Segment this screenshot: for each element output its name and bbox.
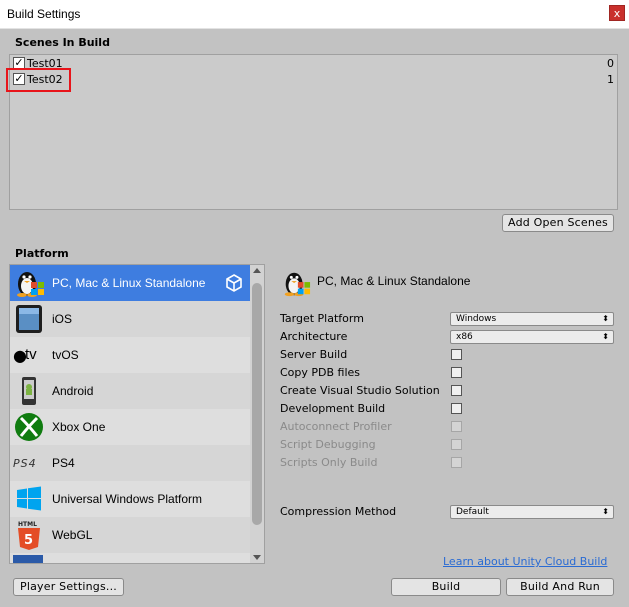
- platform-name: tvOS: [52, 348, 79, 362]
- platform-item-webgl[interactable]: HTML 5 WebGL: [10, 517, 250, 553]
- architecture-label: Architecture: [280, 330, 348, 343]
- script-debugging-label: Script Debugging: [280, 438, 376, 451]
- settings-title: PC, Mac & Linux Standalone: [317, 274, 471, 288]
- platform-name: WebGL: [52, 528, 93, 542]
- close-button[interactable]: x: [609, 5, 625, 21]
- add-open-scenes-button[interactable]: Add Open Scenes: [502, 214, 614, 232]
- player-settings-button[interactable]: Player Settings...: [13, 578, 124, 596]
- scene-index: 0: [607, 57, 614, 70]
- scene-row-test02[interactable]: ✓ Test02 1: [10, 72, 617, 88]
- platform-name: Universal Windows Platform: [52, 492, 203, 506]
- ipad-icon: [16, 305, 42, 333]
- platform-heading: Platform: [15, 247, 69, 260]
- scroll-up-arrow-icon[interactable]: [253, 268, 261, 273]
- platform-name: iOS: [52, 312, 73, 326]
- server-build-label: Server Build: [280, 348, 348, 361]
- dropdown-caret-icon: ⬍: [602, 507, 609, 516]
- server-build-checkbox[interactable]: [451, 349, 462, 360]
- target-platform-value: Windows: [456, 314, 497, 324]
- svg-text:HTML: HTML: [18, 521, 37, 528]
- scripts-only-label: Scripts Only Build: [280, 456, 378, 469]
- highlight-box: [6, 68, 71, 92]
- compression-value: Default: [456, 507, 489, 517]
- platform-scrollbar[interactable]: [250, 265, 264, 563]
- autoconnect-profiler-checkbox: [451, 421, 462, 432]
- cloud-build-link[interactable]: Learn about Unity Cloud Build: [443, 555, 607, 568]
- scripts-only-checkbox: [451, 457, 462, 468]
- windows-logo-icon: [17, 486, 41, 511]
- scenes-list[interactable]: ✓ Test01 0 ✓ Test02 1: [9, 54, 618, 210]
- platform-item-xbox[interactable]: Xbox One: [10, 409, 250, 445]
- android-phone-icon: [22, 377, 36, 405]
- build-and-run-button[interactable]: Build And Run: [506, 578, 614, 596]
- platform-name: Android: [52, 384, 94, 398]
- title-bar: Build Settings x: [0, 0, 629, 29]
- platform-item-partial: [10, 553, 250, 563]
- xbox-icon: [15, 413, 43, 441]
- platform-item-android[interactable]: Android: [10, 373, 250, 409]
- platform-item-uwp[interactable]: Universal Windows Platform: [10, 481, 250, 517]
- apple-tv-icon: ● tv: [13, 346, 37, 365]
- dropdown-caret-icon: ⬍: [602, 332, 609, 341]
- window-title: Build Settings: [7, 7, 81, 21]
- platform-item-ps4[interactable]: PS4 PS4: [10, 445, 250, 481]
- platform-item-standalone[interactable]: PC, Mac & Linux Standalone: [10, 265, 250, 301]
- dropdown-caret-icon: ⬍: [602, 314, 609, 323]
- platform-name: PC, Mac & Linux Standalone: [52, 276, 206, 290]
- unity-logo-icon: [226, 274, 242, 292]
- copy-pdb-label: Copy PDB files: [280, 366, 361, 379]
- development-build-label: Development Build: [280, 402, 386, 415]
- scene-row-test01[interactable]: ✓ Test01 0: [10, 56, 617, 72]
- build-button[interactable]: Build: [391, 578, 501, 596]
- compression-label: Compression Method: [280, 505, 397, 518]
- platform-item-tvos[interactable]: ● tv tvOS: [10, 337, 250, 373]
- platform-item-ios[interactable]: iOS: [10, 301, 250, 337]
- target-platform-dropdown[interactable]: Windows ⬍: [450, 312, 614, 326]
- platform-name: Xbox One: [52, 420, 106, 434]
- create-vs-checkbox[interactable]: [451, 385, 462, 396]
- ps4-logo-icon: PS4: [13, 457, 37, 470]
- html5-icon: HTML 5: [18, 521, 40, 550]
- standalone-header-icon: [284, 272, 311, 297]
- script-debugging-checkbox: [451, 439, 462, 450]
- linux-penguin-icon: [17, 272, 44, 297]
- autoconnect-profiler-label: Autoconnect Profiler: [280, 420, 392, 433]
- development-build-checkbox[interactable]: [451, 403, 462, 414]
- copy-pdb-checkbox[interactable]: [451, 367, 462, 378]
- create-vs-label: Create Visual Studio Solution: [280, 384, 440, 397]
- architecture-dropdown[interactable]: x86 ⬍: [450, 330, 614, 344]
- scroll-thumb[interactable]: [252, 283, 262, 525]
- architecture-value: x86: [456, 332, 473, 342]
- compression-dropdown[interactable]: Default ⬍: [450, 505, 614, 519]
- platform-name: PS4: [52, 456, 75, 470]
- target-platform-label: Target Platform: [280, 312, 364, 325]
- scenes-heading: Scenes In Build: [15, 36, 110, 49]
- platform-list[interactable]: PC, Mac & Linux Standalone iOS ● tv tvOS…: [9, 264, 265, 564]
- platform-icon-partial: [13, 555, 43, 563]
- scene-index: 1: [607, 73, 614, 86]
- svg-text:5: 5: [24, 533, 33, 548]
- scroll-down-arrow-icon[interactable]: [253, 555, 261, 560]
